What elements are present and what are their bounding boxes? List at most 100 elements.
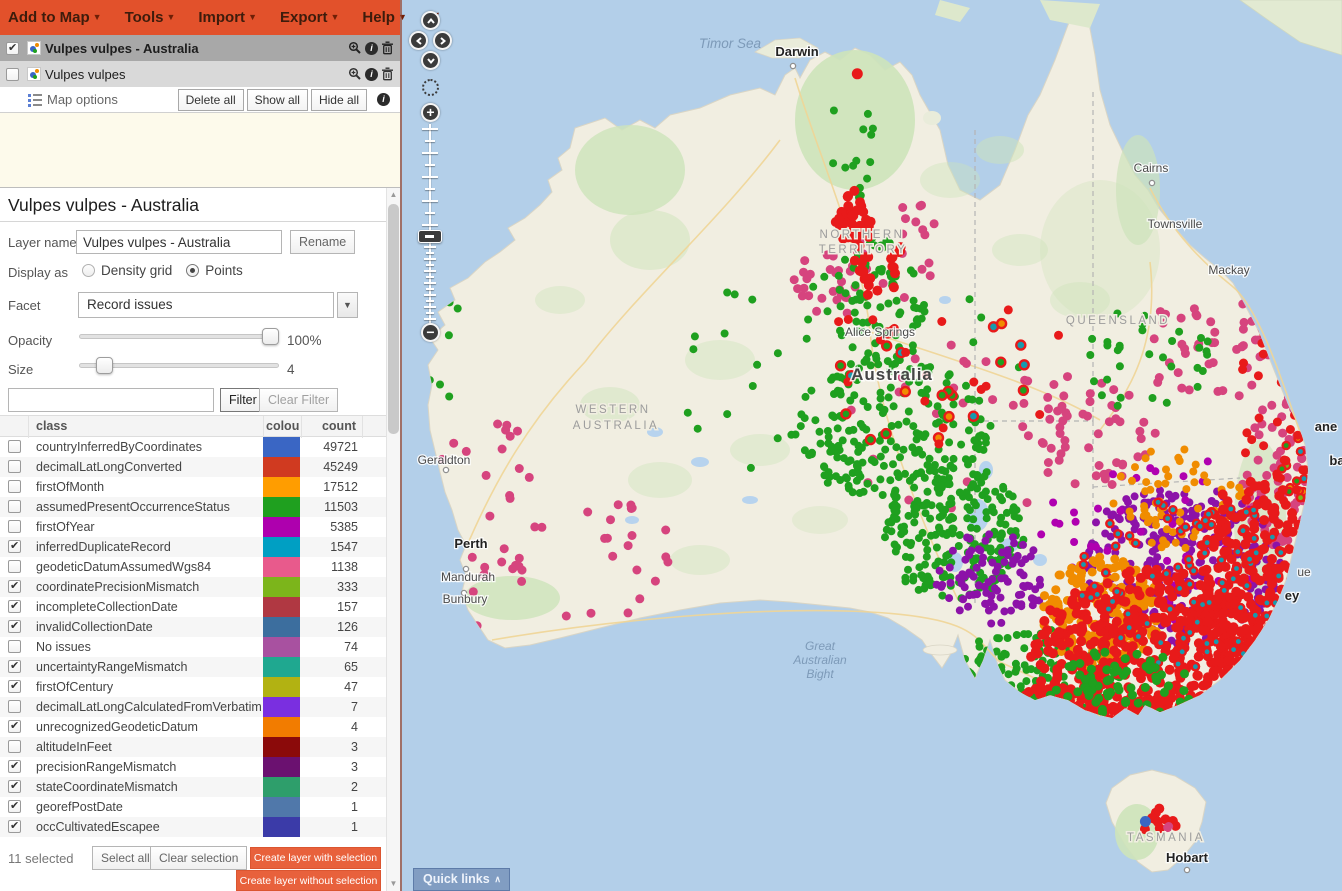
layer-name-label[interactable]: Vulpes vulpes <box>45 67 348 82</box>
layer-name-input[interactable] <box>76 230 282 254</box>
column-header-colour[interactable]: colou <box>266 419 299 433</box>
menu-add-to-map[interactable]: Add to Map▼ <box>8 9 102 26</box>
pan-right-button[interactable] <box>433 31 452 50</box>
map-options-label[interactable]: Map options <box>47 92 175 107</box>
column-header-count[interactable]: count <box>322 419 356 433</box>
facet-checkbox[interactable] <box>8 440 21 453</box>
points-radio[interactable] <box>186 264 199 277</box>
facet-checkbox[interactable] <box>8 680 21 693</box>
facet-row[interactable]: incompleteCollectionDate157 <box>0 597 386 617</box>
hide-all-button[interactable]: Hide all <box>311 89 367 111</box>
facet-checkbox[interactable] <box>8 720 21 733</box>
layer-info-icon[interactable]: i <box>365 42 378 55</box>
menu-tools[interactable]: Tools▼ <box>125 9 176 26</box>
rename-button[interactable]: Rename <box>290 230 355 254</box>
column-header-class[interactable]: class <box>36 419 67 433</box>
zoom-in-button[interactable]: + <box>421 103 440 122</box>
pan-up-button[interactable] <box>421 11 440 30</box>
map-options-info-icon[interactable]: i <box>377 93 390 106</box>
panel-scrollbar[interactable]: ▲ ▼ <box>386 188 400 891</box>
delete-layer-icon[interactable] <box>381 67 394 81</box>
layer-checkbox[interactable] <box>6 68 19 81</box>
facet-checkbox[interactable] <box>8 740 21 753</box>
facet-checkbox[interactable] <box>8 540 21 553</box>
size-slider-handle[interactable] <box>96 357 113 374</box>
points-label[interactable]: Points <box>205 263 243 278</box>
facet-select[interactable]: Record issues <box>78 292 334 318</box>
facet-checkbox[interactable] <box>8 580 21 593</box>
show-all-button[interactable]: Show all <box>247 89 308 111</box>
facet-row[interactable]: countryInferredByCoordinates49721 <box>0 437 386 457</box>
groote-island <box>923 111 941 125</box>
facet-row[interactable]: firstOfYear5385 <box>0 517 386 537</box>
facet-row[interactable]: geodeticDatumAssumedWgs841138 <box>0 557 386 577</box>
facet-row[interactable]: coordinatePrecisionMismatch333 <box>0 577 386 597</box>
select-all-button[interactable]: Select all <box>92 846 159 870</box>
facet-checkbox[interactable] <box>8 460 21 473</box>
layer-name-label[interactable]: Vulpes vulpes - Australia <box>45 41 348 56</box>
facet-dropdown-button[interactable]: ▼ <box>337 292 358 318</box>
zoom-slider-handle[interactable] <box>418 230 442 243</box>
quick-links-tab[interactable]: Quick links∧ <box>413 868 510 891</box>
opacity-slider-handle[interactable] <box>262 328 279 345</box>
scroll-up-icon[interactable]: ▲ <box>387 188 400 202</box>
facet-row[interactable]: stateCoordinateMismatch2 <box>0 777 386 797</box>
facet-checkbox[interactable] <box>8 480 21 493</box>
facet-checkbox[interactable] <box>8 700 21 713</box>
pan-left-button[interactable] <box>409 31 428 50</box>
layer-name-field-label: Layer name <box>8 235 77 250</box>
facet-row[interactable]: decimalLatLongCalculatedFromVerbatim7 <box>0 697 386 717</box>
facet-row[interactable]: firstOfCentury47 <box>0 677 386 697</box>
layer-row-active[interactable]: Vulpes vulpes - Australia i <box>0 35 400 61</box>
size-slider[interactable] <box>79 363 279 368</box>
facet-checkbox[interactable] <box>8 500 21 513</box>
facet-checkbox[interactable] <box>8 620 21 633</box>
facet-checkbox[interactable] <box>8 560 21 573</box>
facet-row[interactable]: occCultivatedEscapee1 <box>0 817 386 837</box>
density-grid-label[interactable]: Density grid <box>101 263 172 278</box>
layer-checkbox[interactable] <box>6 42 19 55</box>
facet-row[interactable]: precisionRangeMismatch3 <box>0 757 386 777</box>
clear-selection-button[interactable]: Clear selection <box>150 846 247 870</box>
panel-resize-edge[interactable] <box>400 0 402 891</box>
facet-checkbox[interactable] <box>8 820 21 833</box>
zoom-extent-icon[interactable] <box>422 79 439 96</box>
facet-row[interactable]: altitudeInFeet3 <box>0 737 386 757</box>
facet-row[interactable]: georefPostDate1 <box>0 797 386 817</box>
scrollbar-thumb[interactable] <box>388 204 399 434</box>
create-layer-without-selection-button[interactable]: Create layer without selection <box>236 870 381 891</box>
zoom-to-layer-icon[interactable] <box>348 67 362 81</box>
delete-all-button[interactable]: Delete all <box>178 89 244 111</box>
create-layer-with-selection-button[interactable]: Create layer with selection <box>250 847 381 869</box>
facet-checkbox[interactable] <box>8 660 21 673</box>
filter-input[interactable] <box>8 388 214 412</box>
layer-info-icon[interactable]: i <box>365 68 378 81</box>
zoom-to-layer-icon[interactable] <box>348 41 362 55</box>
density-grid-radio[interactable] <box>82 264 95 277</box>
scroll-down-icon[interactable]: ▼ <box>387 877 400 891</box>
facet-checkbox[interactable] <box>8 600 21 613</box>
menu-import[interactable]: Import▼ <box>198 9 257 26</box>
facet-row[interactable]: unrecognizedGeodeticDatum4 <box>0 717 386 737</box>
facet-class-label: altitudeInFeet <box>36 740 112 754</box>
facet-row[interactable]: inferredDuplicateRecord1547 <box>0 537 386 557</box>
facet-row[interactable]: No issues74 <box>0 637 386 657</box>
menu-export[interactable]: Export▼ <box>280 9 339 26</box>
facet-checkbox[interactable] <box>8 780 21 793</box>
facet-row[interactable]: uncertaintyRangeMismatch65 <box>0 657 386 677</box>
facet-row[interactable]: decimalLatLongConverted45249 <box>0 457 386 477</box>
clear-filter-button[interactable]: Clear Filter <box>259 388 338 412</box>
zoom-out-button[interactable]: − <box>421 323 440 342</box>
facet-checkbox[interactable] <box>8 760 21 773</box>
facet-row[interactable]: firstOfMonth17512 <box>0 477 386 497</box>
facet-checkbox[interactable] <box>8 520 21 533</box>
delete-layer-icon[interactable] <box>381 41 394 55</box>
facet-checkbox[interactable] <box>8 640 21 653</box>
facet-checkbox[interactable] <box>8 800 21 813</box>
layer-row[interactable]: Vulpes vulpes i <box>0 61 400 87</box>
facet-row[interactable]: assumedPresentOccurrenceStatus11503 <box>0 497 386 517</box>
facet-row[interactable]: invalidCollectionDate126 <box>0 617 386 637</box>
opacity-slider[interactable] <box>79 334 279 339</box>
pan-down-button[interactable] <box>421 51 440 70</box>
map-area[interactable]: Timor SeaDarwinNORTHERNTERRITORYWESTERNA… <box>400 0 1342 891</box>
